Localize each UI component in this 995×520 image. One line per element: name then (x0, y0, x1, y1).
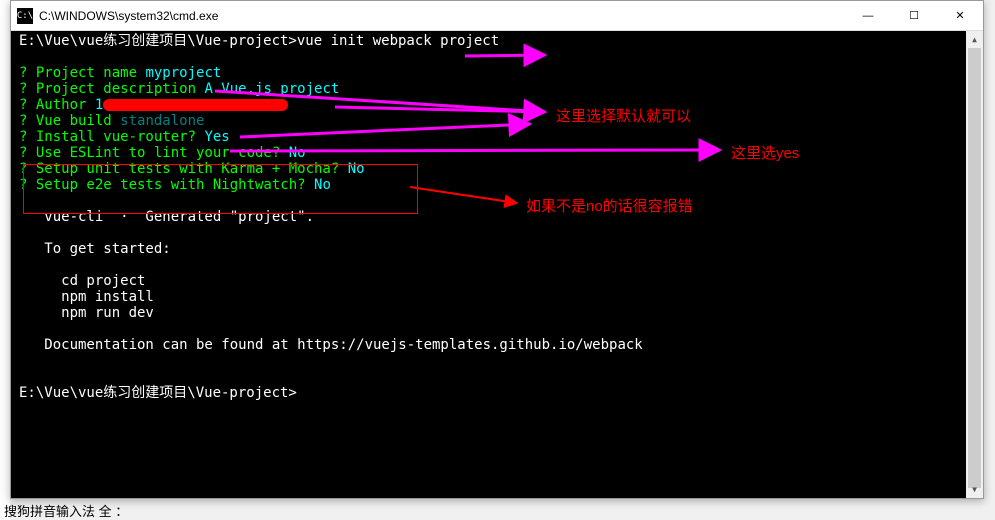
prompt-line: E:\Vue\vue练习创建项目\Vue-project>vue init we… (19, 33, 975, 49)
scrollbar-thumb[interactable] (968, 48, 981, 488)
titlebar[interactable]: C:\ C:\WINDOWS\system32\cmd.exe — ☐ ✕ (11, 1, 983, 31)
question-build: ? Vue build standalone (19, 113, 975, 129)
scroll-down-icon[interactable]: ▼ (966, 481, 983, 498)
generated-line: vue-cli · Generated "project". (19, 209, 975, 225)
question-description: ? Project description A Vue.js project (19, 81, 975, 97)
window-controls: — ☐ ✕ (845, 1, 983, 31)
scrollbar[interactable]: ▲ ▼ (966, 31, 983, 498)
get-started-line: To get started: (19, 241, 975, 257)
scroll-up-icon[interactable]: ▲ (966, 31, 983, 48)
terminal-body[interactable]: E:\Vue\vue练习创建项目\Vue-project>vue init we… (11, 31, 983, 498)
window-title: C:\WINDOWS\system32\cmd.exe (39, 9, 845, 23)
rundev-line: npm run dev (19, 305, 975, 321)
question-author: ? Author 1 (19, 97, 975, 113)
close-button[interactable]: ✕ (937, 1, 983, 31)
docs-line: Documentation can be found at https://vu… (19, 337, 975, 353)
question-router: ? Install vue-router? Yes (19, 129, 975, 145)
cmd-window: C:\ C:\WINDOWS\system32\cmd.exe — ☐ ✕ E:… (10, 0, 984, 499)
editor-gutter (0, 0, 10, 520)
question-e2e-tests: ? Setup e2e tests with Nightwatch? No (19, 177, 975, 193)
install-line: npm install (19, 289, 975, 305)
prompt-line-2: E:\Vue\vue练习创建项目\Vue-project> (19, 385, 975, 401)
redacted-author (103, 99, 288, 111)
window-icon: C:\ (17, 8, 33, 24)
cd-line: cd project (19, 273, 975, 289)
maximize-button[interactable]: ☐ (891, 1, 937, 31)
ime-bar: 搜狗拼音输入法 全 ： (0, 500, 128, 520)
question-eslint: ? Use ESLint to lint your code? No (19, 145, 975, 161)
minimize-button[interactable]: — (845, 1, 891, 31)
question-unit-tests: ? Setup unit tests with Karma + Mocha? N… (19, 161, 975, 177)
question-project-name: ? Project name myproject (19, 65, 975, 81)
